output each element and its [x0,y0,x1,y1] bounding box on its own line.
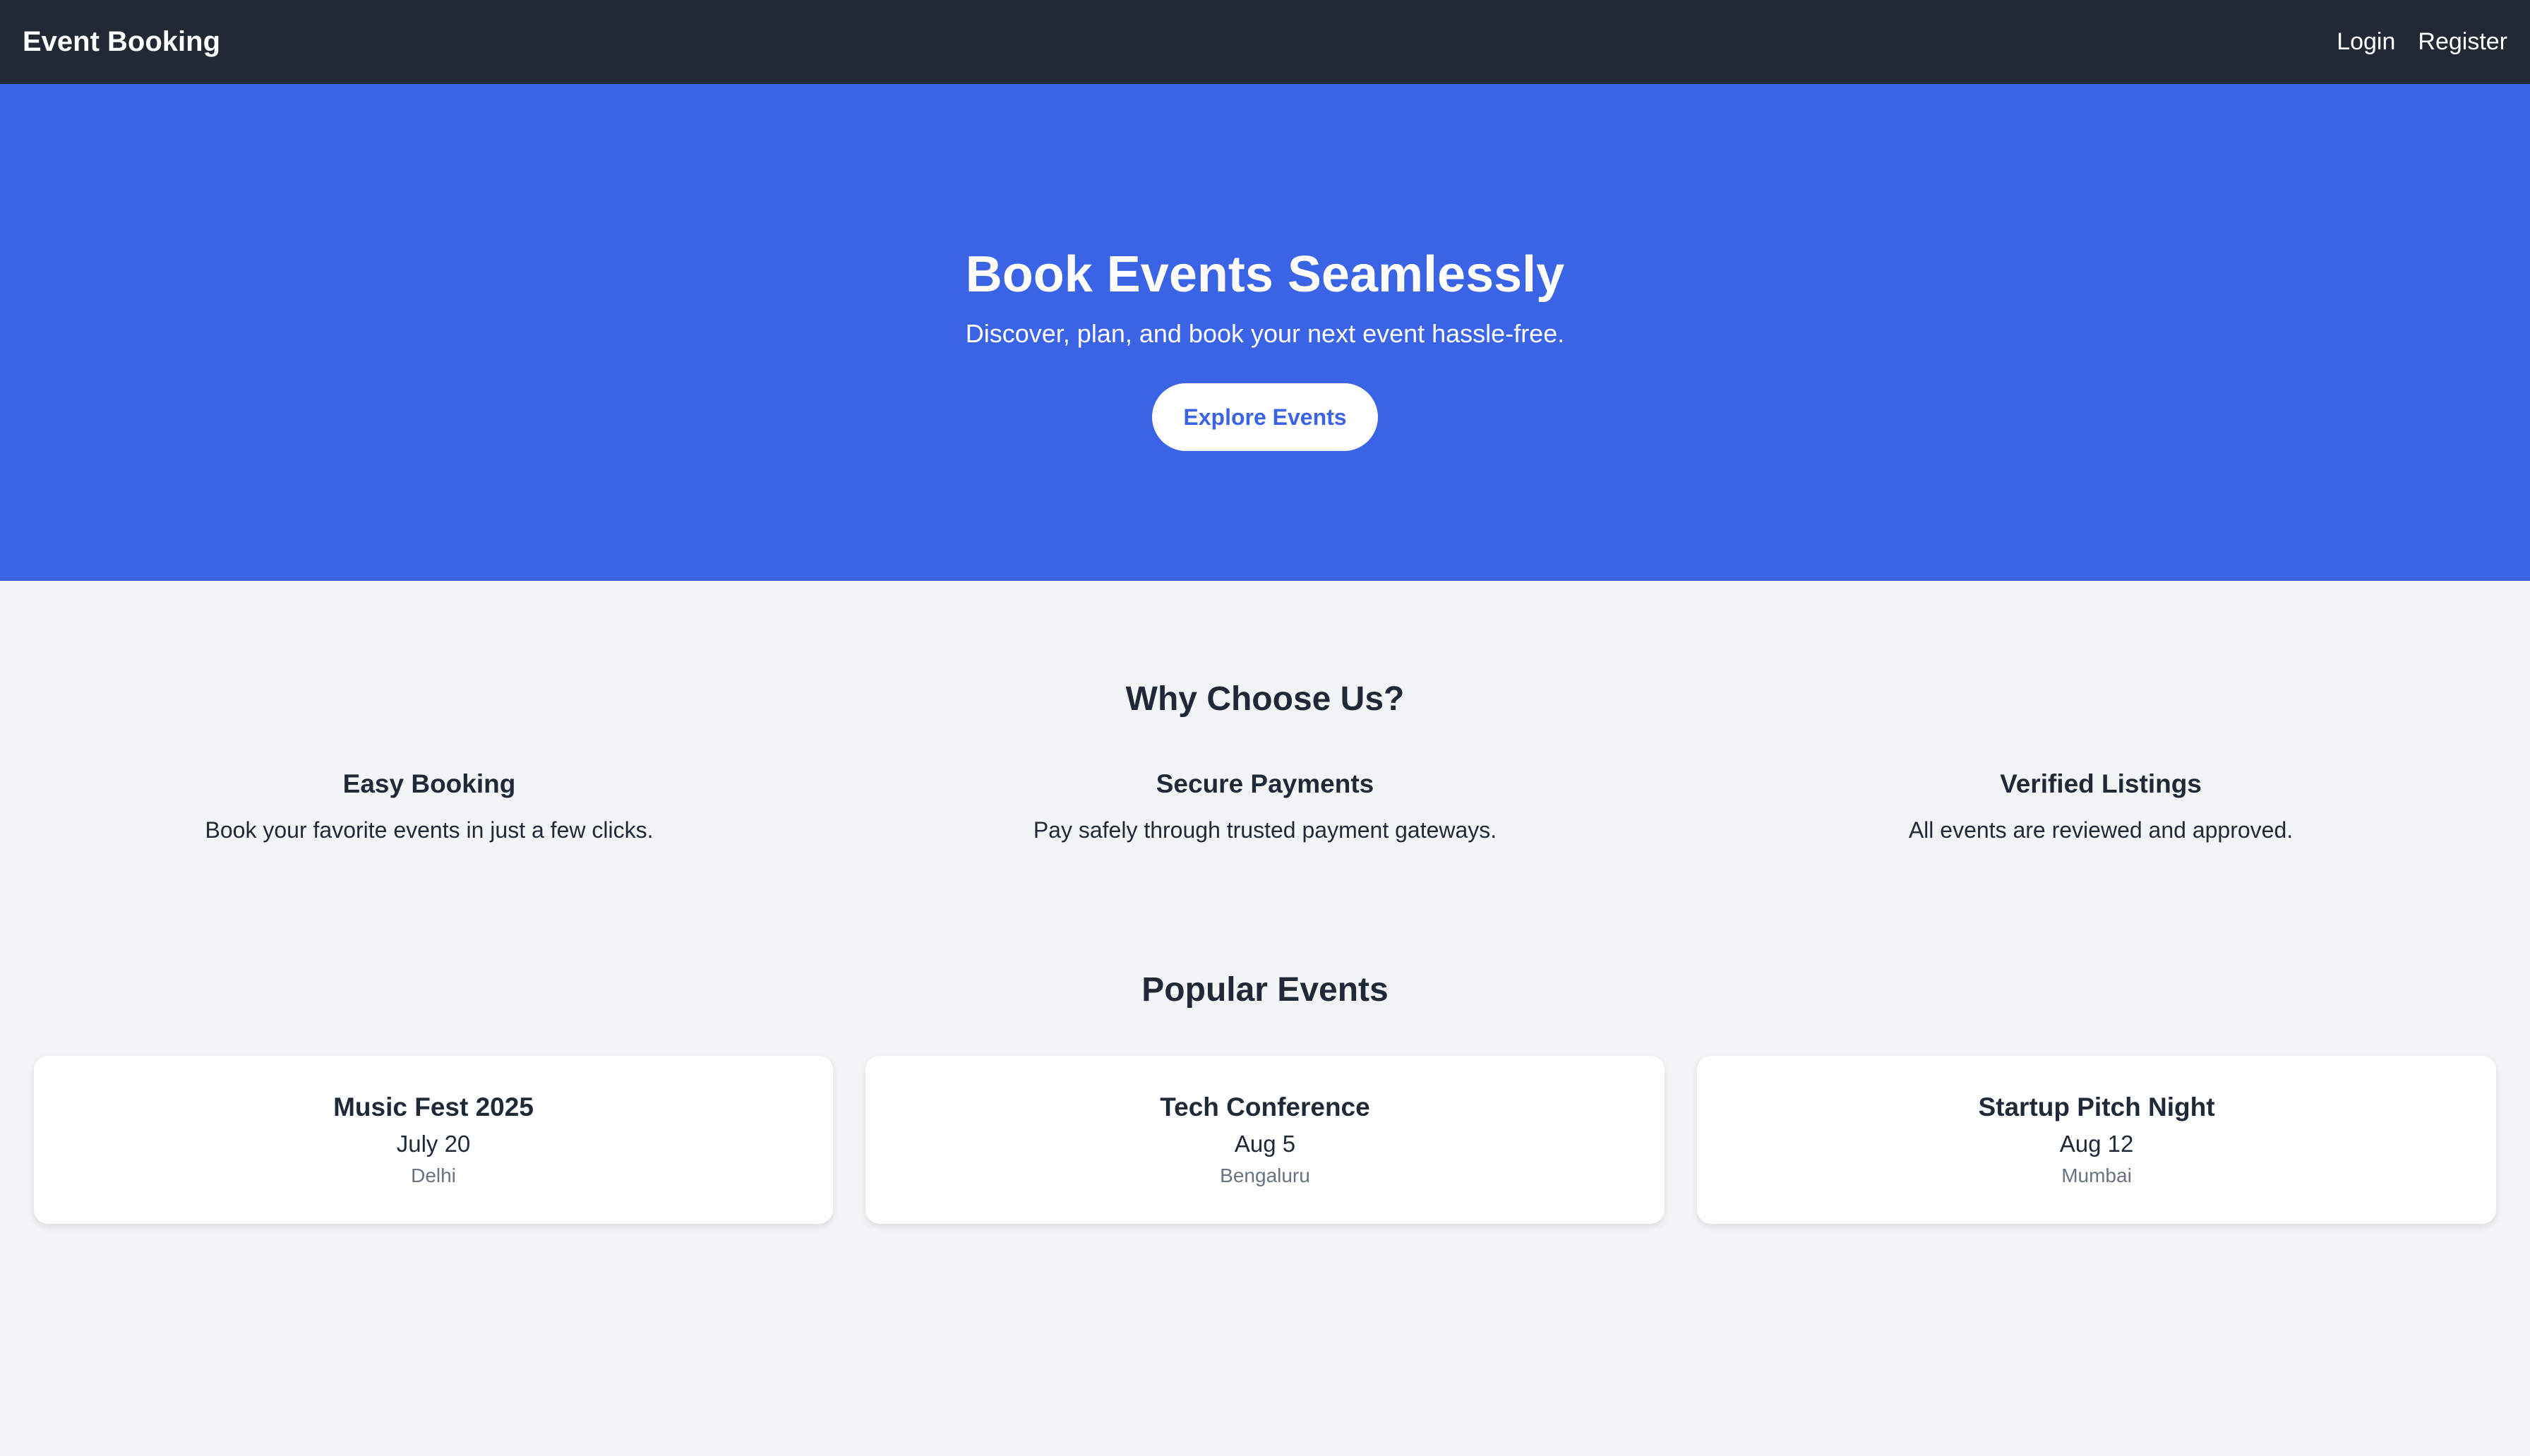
brand-logo[interactable]: Event Booking [23,26,220,58]
feature-verified-listings: Verified Listings All events are reviewe… [1704,769,2498,843]
feature-description: Pay safely through trusted payment gatew… [1033,817,1497,843]
event-city: Bengaluru [1220,1165,1310,1186]
feature-description: Book your favorite events in just a few … [205,817,654,843]
why-choose-us-title: Why Choose Us? [1125,680,1405,718]
event-city: Delhi [411,1165,456,1186]
feature-title: Easy Booking [342,769,516,798]
register-link[interactable]: Register [2418,28,2507,56]
popular-events-title: Popular Events [1141,971,1389,1009]
hero-section: Book Events Seamlessly Discover, plan, a… [0,84,2530,581]
event-title: Music Fest 2025 [333,1093,534,1121]
feature-title: Verified Listings [2000,769,2202,798]
feature-secure-payments: Secure Payments Pay safely through trust… [868,769,1662,843]
event-title: Tech Conference [1160,1093,1370,1121]
event-card-tech-conference[interactable]: Tech Conference Aug 5 Bengaluru [865,1056,1665,1224]
event-card-startup-pitch-night[interactable]: Startup Pitch Night Aug 12 Mumbai [1697,1056,2496,1224]
navbar: Event Booking Login Register [0,0,2530,84]
event-card-music-fest[interactable]: Music Fest 2025 July 20 Delhi [34,1056,833,1224]
event-city: Mumbai [2061,1165,2132,1186]
hero-subtitle: Discover, plan, and book your next event… [965,319,1565,349]
event-title: Startup Pitch Night [1978,1093,2215,1121]
explore-events-button[interactable]: Explore Events [1152,383,1378,452]
feature-easy-booking: Easy Booking Book your favorite events i… [32,769,826,843]
feature-description: All events are reviewed and approved. [1908,817,2294,843]
nav-links: Login Register [2337,28,2507,56]
event-date: Aug 12 [2059,1131,2134,1157]
why-choose-us-section: Why Choose Us? Easy Booking Book your fa… [0,581,2530,843]
event-date: Aug 5 [1234,1131,1296,1157]
event-date: July 20 [396,1131,471,1157]
feature-title: Secure Payments [1156,769,1374,798]
hero-title: Book Events Seamlessly [965,246,1565,303]
popular-events-section: Popular Events Music Fest 2025 July 20 D… [0,843,2530,1224]
event-list: Music Fest 2025 July 20 Delhi Tech Confe… [0,1056,2530,1224]
login-link[interactable]: Login [2337,28,2395,56]
feature-list: Easy Booking Book your favorite events i… [0,769,2530,843]
